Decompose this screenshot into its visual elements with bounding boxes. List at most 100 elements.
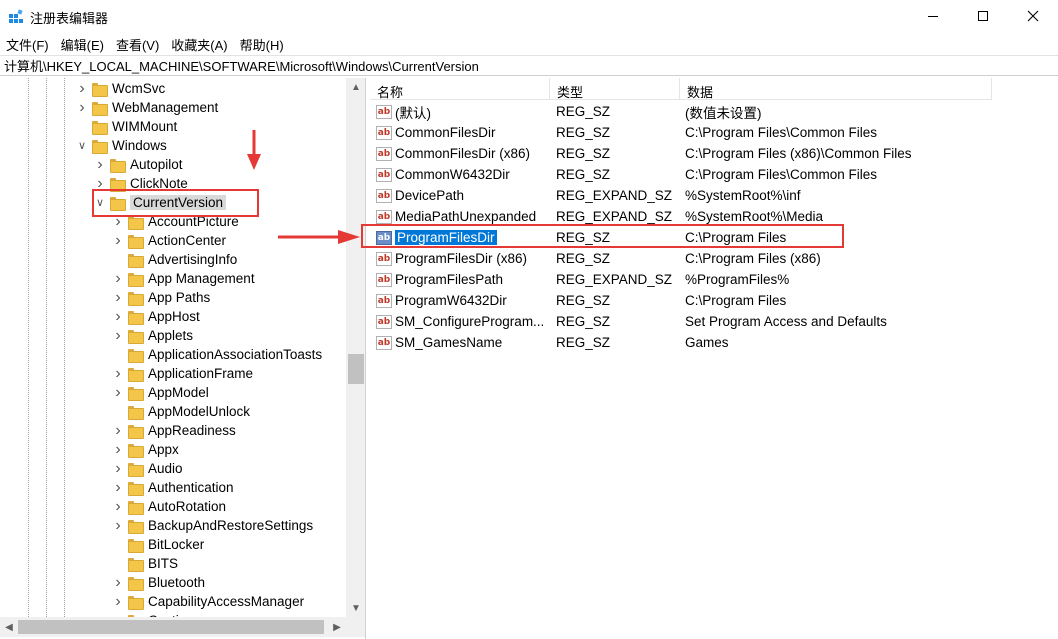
chevron-right-icon[interactable]: › (112, 422, 124, 439)
string-value-icon: ab (376, 146, 392, 161)
tree-node[interactable]: AppModelUnlock (112, 402, 250, 421)
value-data-cell: %SystemRoot%\Media (685, 209, 824, 224)
menu-bar: 文件(F) 编辑(E) 查看(V) 收藏夹(A) 帮助(H) (0, 33, 290, 53)
chevron-right-icon[interactable]: › (112, 384, 124, 401)
folder-icon (128, 386, 144, 401)
annotation-arrow-right-icon (278, 230, 360, 244)
address-input[interactable] (0, 56, 1058, 75)
value-type-cell: REG_EXPAND_SZ (556, 209, 673, 224)
tree-node[interactable]: WIMMount (76, 117, 177, 136)
tree-node[interactable]: › Appx (112, 440, 179, 459)
chevron-right-icon[interactable]: › (112, 460, 124, 477)
tree-hscroll-thumb[interactable] (18, 620, 324, 634)
chevron-right-icon[interactable]: › (76, 80, 88, 97)
chevron-right-icon[interactable]: › (112, 327, 124, 344)
value-row[interactable]: ab ProgramW6432Dir REG_SZ C:\Program Files (370, 290, 992, 311)
value-row[interactable]: ab CommonW6432Dir REG_SZ C:\Program Files\C… (370, 164, 992, 185)
tree-node[interactable]: AdvertisingInfo (112, 250, 237, 269)
tree-node[interactable]: › Audio (112, 459, 183, 478)
value-type-cell: REG_SZ (556, 104, 611, 119)
tree-node[interactable]: › Bluetooth (112, 573, 205, 592)
tree-node[interactable]: ApplicationAssociationToasts (112, 345, 322, 364)
string-value-icon: ab (376, 272, 392, 287)
value-row[interactable]: ab ProgramFilesDir (x86) REG_SZ C:\Program … (370, 248, 992, 269)
folder-icon (128, 329, 144, 344)
column-header-type[interactable]: 类型 (550, 78, 680, 100)
tree-vertical-scrollbar[interactable]: ▲ ▼ (346, 78, 365, 617)
tree-node[interactable]: › ApplicationFrame (112, 364, 253, 383)
chevron-right-icon[interactable]: › (112, 574, 124, 591)
string-value-icon: ab (376, 335, 392, 350)
tree-node[interactable]: BITS (112, 554, 178, 573)
tree-node[interactable]: › AppModel (112, 383, 209, 402)
tree-node[interactable]: › BackupAndRestoreSettings (112, 516, 313, 535)
value-row[interactable]: ab CommonFilesDir REG_SZ C:\Program Files\C… (370, 122, 992, 143)
chevron-right-icon[interactable]: › (112, 232, 124, 249)
tree-node[interactable]: › Autopilot (94, 155, 183, 174)
tree-node[interactable]: BitLocker (112, 535, 204, 554)
column-header-data[interactable]: 数据 (680, 78, 992, 100)
tree-node[interactable]: › WebManagement (76, 98, 218, 117)
value-list-pane: 名称 类型 数据 ab (默认) REG_SZ (数值未设置) ab CommonFile… (370, 78, 1058, 639)
chevron-right-icon[interactable]: › (112, 479, 124, 496)
value-type-cell: REG_SZ (556, 251, 611, 266)
minimize-button[interactable] (908, 0, 958, 32)
tree-node[interactable]: › ActionCenter (112, 231, 226, 250)
tree-node[interactable]: › Authentication (112, 478, 234, 497)
chevron-right-icon[interactable]: › (112, 441, 124, 458)
value-type-cell: REG_SZ (556, 293, 611, 308)
value-row[interactable]: ab ProgramFilesPath REG_EXPAND_SZ %ProgramF… (370, 269, 992, 290)
chevron-right-icon[interactable]: › (112, 270, 124, 287)
column-header-name[interactable]: 名称 (370, 78, 550, 100)
tree-node[interactable]: › Applets (112, 326, 193, 345)
menu-file[interactable]: 文件(F) (0, 33, 55, 53)
chevron-right-icon[interactable]: › (112, 593, 124, 610)
scroll-down-icon[interactable]: ▼ (346, 599, 365, 617)
value-row[interactable]: ab SM_GamesName REG_SZ Games (370, 332, 992, 353)
chevron-right-icon[interactable]: › (76, 99, 88, 116)
folder-icon (92, 120, 108, 135)
scroll-left-icon[interactable]: ◀ (0, 617, 18, 637)
folder-icon (128, 405, 144, 420)
menu-favorites[interactable]: 收藏夹(A) (165, 33, 233, 53)
chevron-right-icon[interactable]: › (112, 517, 124, 534)
tree-node[interactable]: › App Management (112, 269, 255, 288)
chevron-right-icon[interactable]: › (112, 289, 124, 306)
scroll-up-icon[interactable]: ▲ (346, 78, 365, 96)
tree-node[interactable]: › AppHost (112, 307, 200, 326)
tree-node[interactable]: › AutoRotation (112, 497, 226, 516)
value-row[interactable]: ab DevicePath REG_EXPAND_SZ %SystemRoot%\in… (370, 185, 992, 206)
chevron-right-icon[interactable]: › (112, 498, 124, 515)
tree-node[interactable]: › WcmSvc (76, 79, 165, 98)
value-name-cell: ab DevicePath (370, 188, 550, 203)
chevron-right-icon[interactable]: › (112, 365, 124, 382)
chevron-down-icon[interactable]: ∨ (76, 138, 88, 154)
address-bar[interactable] (0, 55, 1058, 76)
value-name-cell: ab ProgramFilesDir (x86) (370, 251, 550, 266)
tree-horizontal-scrollbar[interactable]: ◀ ▶ (0, 617, 365, 637)
menu-edit[interactable]: 编辑(E) (55, 33, 110, 53)
tree-scroll-thumb[interactable] (348, 354, 364, 384)
tree-node[interactable]: › CapabilityAccessManager (112, 592, 304, 611)
tree-node-label: AutoRotation (148, 499, 227, 514)
value-row[interactable]: ab CommonFilesDir (x86) REG_SZ C:\Program F… (370, 143, 992, 164)
tree-node-label: AppReadiness (148, 423, 236, 438)
tree-node-label: BITS (148, 556, 179, 571)
scroll-right-icon[interactable]: ▶ (328, 617, 346, 637)
tree-node-label: Authentication (148, 480, 234, 495)
chevron-right-icon[interactable]: › (112, 308, 124, 325)
close-button[interactable] (1008, 0, 1058, 32)
value-row[interactable]: ab SM_ConfigureProgram... REG_SZ Set Progra… (370, 311, 992, 332)
menu-view[interactable]: 查看(V) (110, 33, 165, 53)
chevron-right-icon[interactable]: › (94, 156, 106, 173)
tree-node[interactable]: › AppReadiness (112, 421, 236, 440)
value-row[interactable]: ab (默认) REG_SZ (数值未设置) (370, 101, 992, 122)
maximize-button[interactable] (958, 0, 1008, 32)
tree-node[interactable]: ∨ Windows (76, 136, 167, 155)
tree-node[interactable]: › App Paths (112, 288, 210, 307)
annotation-box-programfilesdir (361, 224, 844, 248)
menu-help[interactable]: 帮助(H) (234, 33, 290, 53)
value-name: SM_GamesName (395, 335, 503, 350)
folder-icon (110, 158, 126, 173)
